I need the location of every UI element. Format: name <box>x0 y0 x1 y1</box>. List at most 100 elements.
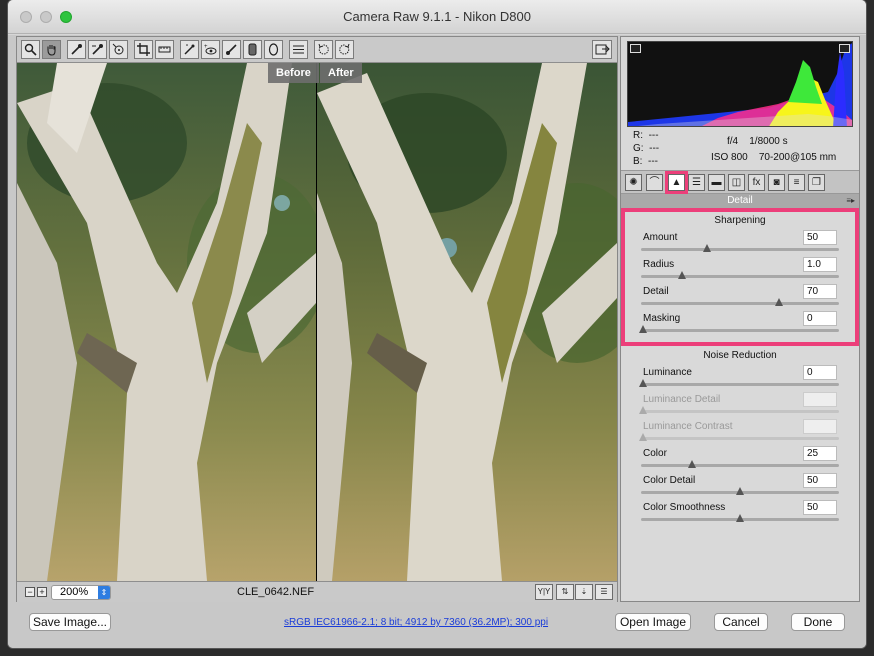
noise-color-control: Color 25 <box>641 446 839 474</box>
tab-camera-calibration-icon[interactable]: ◙ <box>768 174 785 191</box>
color-detail-value-field[interactable]: 50 <box>803 473 837 488</box>
amount-slider-track[interactable] <box>641 248 839 251</box>
main-content: + Before After − + 200% ⇕ CLE_0642.NEF Y… <box>8 35 866 648</box>
graduated-filter-icon[interactable] <box>243 40 262 59</box>
masking-slider-thumb[interactable] <box>639 325 647 333</box>
noise-luminance-detail-control: Luminance Detail <box>639 392 839 420</box>
masking-value-field[interactable]: 0 <box>803 311 837 326</box>
color-smoothness-label: Color Smoothness <box>643 502 726 513</box>
adjustment-brush-icon[interactable] <box>222 40 241 59</box>
cancel-button[interactable]: Cancel <box>714 613 768 631</box>
after-image <box>317 63 617 581</box>
preferences-icon[interactable] <box>289 40 308 59</box>
before-label: Before <box>268 63 319 83</box>
noise-luminance-control: Luminance 0 <box>639 365 839 393</box>
amount-slider-thumb[interactable] <box>703 244 712 252</box>
hand-tool-icon[interactable] <box>42 40 61 59</box>
spot-removal-tool-icon[interactable] <box>180 40 199 59</box>
luminance-slider-thumb[interactable] <box>639 379 647 387</box>
luminance-detail-slider-track <box>641 410 839 413</box>
workflow-options-link[interactable]: sRGB IEC61966-2.1; 8 bit; 4912 by 7360 (… <box>284 617 548 628</box>
adjustment-pane: R: --- G: --- B: --- f/4 1/8000 s ISO 80… <box>620 36 860 602</box>
color-smoothness-value-field[interactable]: 50 <box>803 500 837 515</box>
panel-tabs: ✺ ⌒ ▲ ☰ ▬ ◫ fx ◙ ≡ ❐ <box>621 170 859 194</box>
tab-basic-icon[interactable]: ✺ <box>625 174 642 191</box>
file-name: CLE_0642.NEF <box>237 586 315 598</box>
preview-preferences-icon[interactable]: ☰ <box>595 584 613 600</box>
crop-tool-icon[interactable] <box>134 40 153 59</box>
tab-lens-corrections-icon[interactable]: ◫ <box>728 174 745 191</box>
masking-slider-track[interactable] <box>641 329 839 332</box>
highlight-clipping-icon[interactable] <box>839 44 850 53</box>
luminance-value-field[interactable]: 0 <box>803 365 837 380</box>
radius-value-field[interactable]: 1.0 <box>803 257 837 272</box>
color-value-field[interactable]: 25 <box>803 446 837 461</box>
tab-split-toning-icon[interactable]: ▬ <box>708 174 725 191</box>
straighten-tool-icon[interactable] <box>155 40 174 59</box>
color-detail-slider-thumb[interactable] <box>736 487 744 495</box>
tab-presets-icon[interactable]: ≡ <box>788 174 805 191</box>
image-preview[interactable]: Before After <box>17 63 617 581</box>
luminance-detail-label: Luminance Detail <box>643 394 721 405</box>
luminance-contrast-slider-thumb <box>639 433 647 441</box>
window-title: Camera Raw 9.1.1 - Nikon D800 <box>343 9 531 24</box>
targeted-adjustment-tool-icon[interactable] <box>109 40 128 59</box>
copy-settings-icon[interactable]: ⇣ <box>575 584 593 600</box>
luminance-contrast-label: Luminance Contrast <box>643 421 733 432</box>
histogram <box>627 41 853 127</box>
tab-effects-icon[interactable]: fx <box>748 174 765 191</box>
sharpening-masking-control: Masking 0 <box>639 311 839 339</box>
radial-filter-icon[interactable] <box>264 40 283 59</box>
detail-slider-thumb[interactable] <box>774 298 783 306</box>
zoom-out-icon[interactable]: − <box>25 587 35 597</box>
radius-slider-track[interactable] <box>641 275 839 278</box>
sharpening-amount-control: Amount 50 <box>641 230 839 258</box>
color-slider-thumb[interactable] <box>687 460 696 468</box>
camera-raw-window: Camera Raw 9.1.1 - Nikon D800 + Before A… <box>8 0 866 648</box>
luminance-contrast-value-field <box>803 419 837 434</box>
tab-detail-icon[interactable]: ▲ <box>665 171 688 194</box>
noise-reduction-heading: Noise Reduction <box>703 350 777 361</box>
rotate-left-icon[interactable] <box>314 40 333 59</box>
rotate-right-icon[interactable] <box>335 40 354 59</box>
color-smoothness-slider-thumb[interactable] <box>736 514 744 522</box>
radius-label: Radius <box>643 259 675 270</box>
detail-value-field[interactable]: 70 <box>803 284 837 299</box>
color-detail-label: Color Detail <box>643 475 696 486</box>
red-eye-tool-icon[interactable]: + <box>201 40 220 59</box>
color-sampler-tool-icon[interactable] <box>88 40 107 59</box>
detail-slider-track[interactable] <box>641 302 839 305</box>
zoom-level-select[interactable]: 200% ⇕ <box>51 585 111 600</box>
shutter-value: 1/8000 s <box>749 136 788 147</box>
zoom-in-icon[interactable]: + <box>37 587 47 597</box>
shadow-clipping-icon[interactable] <box>630 44 641 53</box>
zoom-tool-icon[interactable] <box>21 40 40 59</box>
amount-value-field[interactable]: 50 <box>803 230 837 245</box>
tab-snapshots-icon[interactable]: ❐ <box>808 174 825 191</box>
preview-pane: + Before After − + 200% ⇕ CLE_0642.NEF Y… <box>16 36 618 602</box>
swap-before-after-icon[interactable]: ⇅ <box>556 584 574 600</box>
tab-hsl-icon[interactable]: ☰ <box>688 174 705 191</box>
detail-label: Detail <box>643 286 669 297</box>
done-button[interactable]: Done <box>791 613 845 631</box>
tab-tone-curve-icon[interactable]: ⌒ <box>646 174 663 191</box>
open-image-button[interactable]: Open Image <box>615 613 691 631</box>
preview-mode-icon[interactable]: Y|Y <box>535 584 553 600</box>
white-balance-tool-icon[interactable] <box>67 40 86 59</box>
noise-luminance-contrast-control: Luminance Contrast <box>639 419 839 447</box>
exposure-info: f/4 1/8000 s <box>727 136 788 147</box>
masking-label: Masking <box>643 313 681 324</box>
radius-slider-thumb[interactable] <box>677 271 686 279</box>
panel-menu-icon[interactable]: ≡▸ <box>846 194 855 208</box>
svg-text:+: + <box>204 44 208 50</box>
lens-info: ISO 800 70-200@105 mm <box>711 152 836 163</box>
zoom-level-value: 200% <box>60 586 89 598</box>
save-image-button[interactable]: Save Image... <box>29 613 111 631</box>
sharpening-heading: Sharpening <box>714 215 766 226</box>
color-slider-track[interactable] <box>641 464 839 467</box>
amount-label: Amount <box>643 232 678 243</box>
open-in-photoshop-icon[interactable] <box>592 40 612 59</box>
panel-title-label: Detail <box>727 195 753 206</box>
image-info: R: --- G: --- B: --- f/4 1/8000 s ISO 80… <box>627 129 853 169</box>
luminance-slider-track[interactable] <box>641 383 839 386</box>
